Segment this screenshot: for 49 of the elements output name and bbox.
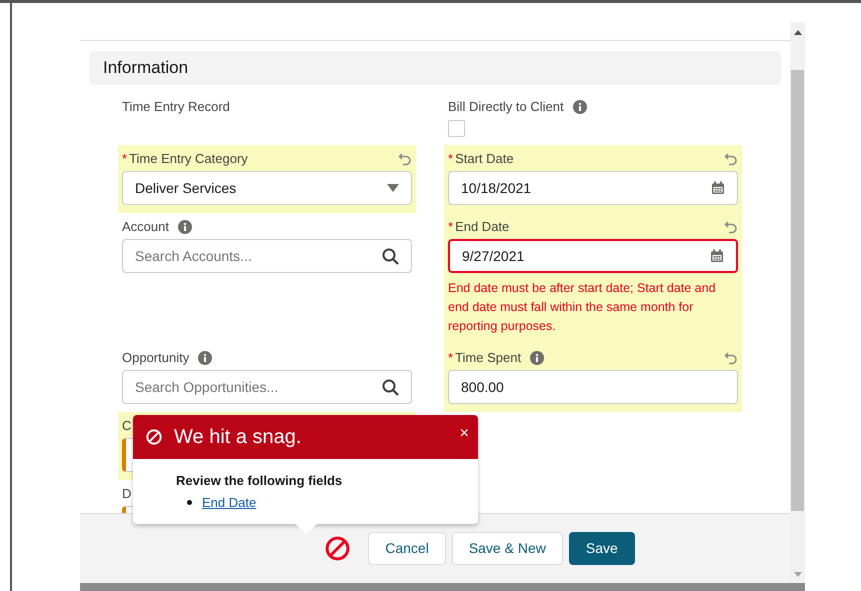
search-icon [382, 378, 399, 396]
footer-button[interactable]: Save [568, 532, 635, 565]
info-icon [198, 351, 212, 365]
scrollbar[interactable] [790, 22, 805, 583]
footer-button[interactable]: Save & New [452, 532, 563, 565]
scroll-up-arrow-icon[interactable] [794, 30, 802, 35]
undo-icon[interactable] [724, 152, 738, 166]
field-label: End Date [455, 218, 510, 236]
date-field[interactable]: 10/18/2021 [448, 171, 738, 205]
undo-icon[interactable] [724, 220, 738, 234]
info-icon [572, 100, 587, 114]
undo-icon[interactable] [398, 152, 412, 166]
field-label: Start Date [455, 150, 514, 168]
calendar-icon[interactable] [710, 249, 724, 263]
info-icon [178, 220, 192, 234]
field-label: D [122, 485, 132, 504]
field-label: Time Entry Category [129, 150, 248, 168]
picklist-field[interactable]: Deliver Services [122, 171, 412, 205]
scroll-down-arrow-icon[interactable] [794, 572, 802, 577]
popover-title: We hit a snag. [174, 425, 302, 450]
error-icon [146, 429, 162, 445]
bullet-icon [187, 500, 192, 505]
required-asterisk: * [122, 150, 128, 168]
field-label: C [122, 417, 132, 436]
number-field[interactable]: 800.00 [448, 370, 738, 404]
field-label: Bill Directly to Client [448, 98, 564, 116]
field-label: Account [122, 218, 169, 236]
search-field[interactable]: Search Opportunities... [122, 370, 412, 404]
error-icon [325, 536, 350, 561]
field-link[interactable]: End Date [202, 492, 256, 512]
required-asterisk: * [448, 218, 454, 236]
search-icon [382, 248, 399, 264]
footer-button[interactable]: Cancel [368, 532, 446, 565]
dropdown-caret-icon [387, 184, 399, 192]
search-field[interactable]: Search Accounts... [122, 239, 412, 273]
undo-icon[interactable] [724, 351, 738, 365]
field-label: Time Spent [455, 349, 522, 368]
section-header: Information [89, 51, 781, 85]
close-button[interactable]: × [460, 422, 469, 446]
info-icon [530, 351, 544, 365]
popover-heading: Review the following fields [176, 472, 344, 490]
field-label: Opportunity [122, 349, 190, 368]
checkbox[interactable] [448, 120, 465, 137]
error-message: End date must be after start date; Start date and end date must fall within the same month for reporting purposes. [448, 280, 717, 335]
required-asterisk: * [448, 150, 454, 168]
date-field[interactable]: 9/27/2021 [448, 239, 738, 273]
field-label: Time Entry Record [122, 98, 230, 116]
calendar-icon[interactable] [711, 181, 725, 195]
required-asterisk: * [448, 349, 454, 368]
